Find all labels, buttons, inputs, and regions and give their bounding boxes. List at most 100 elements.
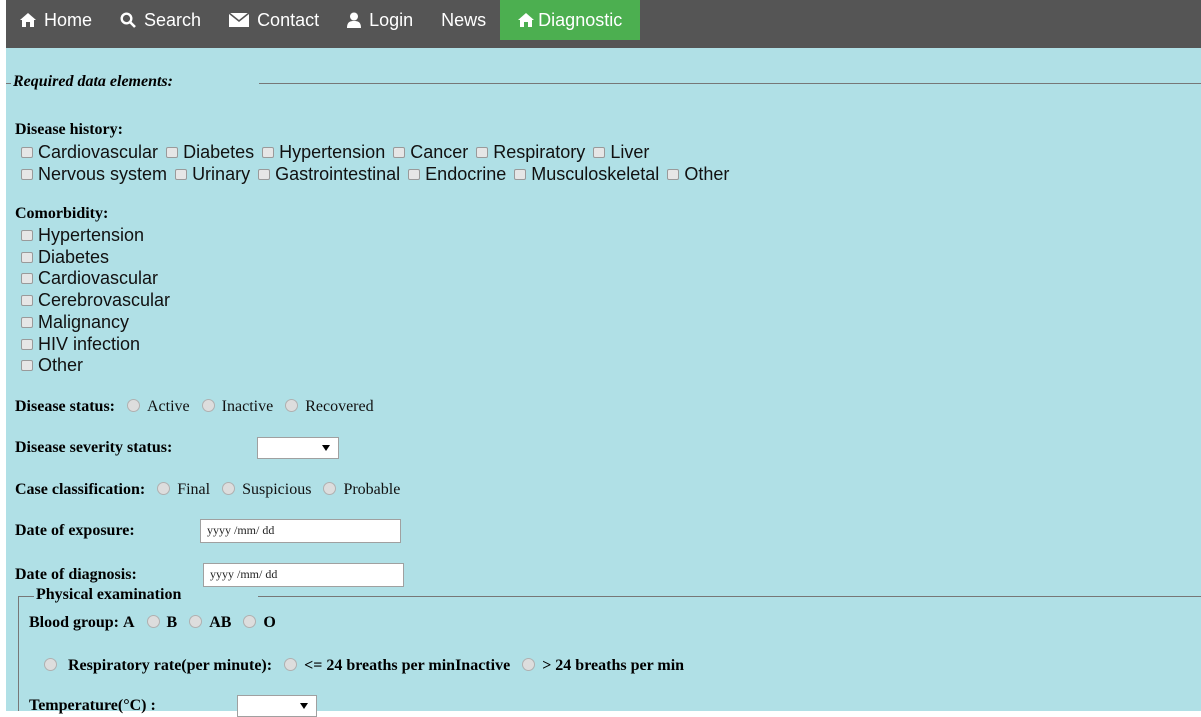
checkbox[interactable] xyxy=(21,251,33,263)
comorbidity-option: Malignancy xyxy=(38,312,130,332)
nav-login[interactable]: Login xyxy=(333,0,427,40)
disease-history-row-2: Nervous system Urinary Gastrointestinal … xyxy=(18,164,729,185)
checkbox[interactable] xyxy=(393,146,406,158)
respiratory-label: Respiratory rate(per minute): xyxy=(68,657,273,674)
radio-button[interactable] xyxy=(157,481,171,495)
chevron-down-icon xyxy=(322,445,330,451)
nav-news[interactable]: News xyxy=(427,0,500,40)
search-icon xyxy=(120,12,136,28)
checkbox[interactable] xyxy=(21,229,33,241)
radio-button[interactable] xyxy=(243,614,257,628)
nav-contact-label: Contact xyxy=(257,9,320,30)
disease-history-option: Other xyxy=(684,164,730,184)
envelope-icon xyxy=(229,13,250,27)
radio-button[interactable] xyxy=(285,398,299,412)
checkbox[interactable] xyxy=(175,168,188,180)
checkbox[interactable] xyxy=(476,146,489,158)
comorbidity-option: Hypertension xyxy=(38,225,145,245)
checkbox[interactable] xyxy=(258,168,271,180)
nav-diagnostic[interactable]: Diagnostic xyxy=(500,0,641,40)
checkbox[interactable] xyxy=(21,316,33,328)
user-icon xyxy=(347,12,362,28)
nav-search-label: Search xyxy=(144,9,202,30)
case-classification-row: Case classification: Final Suspicious Pr… xyxy=(15,481,400,499)
comorbidity-item: Cerebrovascular xyxy=(18,290,170,311)
blood-group-label: Blood group: xyxy=(29,614,119,631)
radio-button[interactable] xyxy=(323,481,337,495)
nav-contact[interactable]: Contact xyxy=(215,0,333,40)
disease-status-row: Disease status: Active Inactive Recovere… xyxy=(15,398,374,416)
comorbidity-option: Diabetes xyxy=(38,247,110,267)
radio-label: > 24 breaths per min xyxy=(542,657,685,674)
form-content: Required data elements: Disease history:… xyxy=(6,48,1201,717)
disease-history-option: Respiratory xyxy=(493,142,586,162)
checkbox[interactable] xyxy=(514,168,527,180)
diagnosis-label: Date of diagnosis: xyxy=(15,566,137,583)
checkbox[interactable] xyxy=(166,146,179,158)
nav-home[interactable]: Home xyxy=(6,0,106,40)
disease-history-option: Liver xyxy=(610,142,650,162)
nav-search[interactable]: Search xyxy=(106,0,215,40)
temperature-select[interactable] xyxy=(237,695,317,717)
temperature-label: Temperature(°C) : xyxy=(29,697,156,714)
checkbox[interactable] xyxy=(21,168,33,180)
disease-history-option: Cardiovascular xyxy=(38,142,159,162)
disease-history-label: Disease history: xyxy=(15,121,123,138)
checkbox[interactable] xyxy=(262,146,275,158)
radio-button[interactable] xyxy=(146,614,160,628)
radio-label: Inactive xyxy=(221,398,274,415)
radio-label: B xyxy=(166,614,178,631)
disease-history-option: Gastrointestinal xyxy=(275,164,401,184)
respiratory-row: Respiratory rate(per minute): <= 24 brea… xyxy=(44,657,684,675)
disease-history-option: Cancer xyxy=(410,142,469,162)
radio-button[interactable] xyxy=(127,398,140,412)
physical-fieldset-border xyxy=(18,596,19,711)
radio-button[interactable] xyxy=(284,657,298,671)
comorbidity-item: Hypertension xyxy=(18,225,144,246)
severity-select[interactable] xyxy=(257,437,339,459)
fieldset-border xyxy=(6,83,11,84)
radio-label: A xyxy=(122,614,135,631)
checkbox[interactable] xyxy=(21,359,33,371)
diagnosis-date-input[interactable]: yyyy /mm/ dd xyxy=(203,563,404,587)
blood-group-row: Blood group: A B AB O xyxy=(29,614,276,632)
checkbox[interactable] xyxy=(21,338,33,350)
checkbox[interactable] xyxy=(21,146,33,158)
nav-login-label: Login xyxy=(369,9,414,30)
checkbox[interactable] xyxy=(21,272,33,284)
radio-button[interactable] xyxy=(222,481,236,495)
radio-label: Final xyxy=(177,481,211,498)
fieldset-border xyxy=(18,596,34,597)
radio-button[interactable] xyxy=(44,657,57,671)
checkbox[interactable] xyxy=(21,294,33,306)
chevron-down-icon xyxy=(300,703,308,709)
comorbidity-item: Diabetes xyxy=(18,247,109,268)
radio-button[interactable] xyxy=(189,614,203,628)
disease-status-label: Disease status: xyxy=(15,398,115,415)
radio-button[interactable] xyxy=(201,398,215,412)
checkbox[interactable] xyxy=(408,168,421,180)
exposure-date-input[interactable]: yyyy /mm/ dd xyxy=(200,519,401,543)
radio-label: Probable xyxy=(343,481,401,498)
comorbidity-option: Cerebrovascular xyxy=(38,290,171,310)
disease-history-option: Hypertension xyxy=(279,142,386,162)
disease-history-option: Musculoskeletal xyxy=(531,164,660,184)
checkbox[interactable] xyxy=(667,168,680,180)
nav-diagnostic-label: Diagnostic xyxy=(538,9,623,30)
disease-history-row-1: Cardiovascular Diabetes Hypertension Can… xyxy=(18,142,649,163)
disease-history-option: Diabetes xyxy=(183,142,255,162)
home-icon xyxy=(518,13,535,27)
disease-history-option: Endocrine xyxy=(425,164,507,184)
home-icon xyxy=(20,13,36,27)
severity-label: Disease severity status: xyxy=(15,439,173,456)
comorbidity-item: Cardiovascular xyxy=(18,268,158,289)
checkbox[interactable] xyxy=(593,146,606,158)
comorbidity-option: Other xyxy=(38,355,84,375)
disease-history-option: Urinary xyxy=(192,164,251,184)
radio-button[interactable] xyxy=(522,657,536,671)
case-classification-label: Case classification: xyxy=(15,481,146,498)
nav-home-label: Home xyxy=(44,9,93,30)
fieldset-legend: Required data elements: xyxy=(13,73,173,90)
comorbidity-item: Malignancy xyxy=(18,312,129,333)
fieldset-border xyxy=(258,596,1201,597)
